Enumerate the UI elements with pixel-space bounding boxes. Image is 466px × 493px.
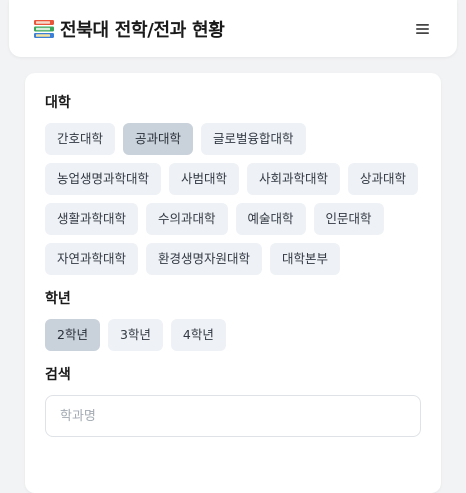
college-chip[interactable]: 생활과학대학 [45, 203, 139, 235]
college-section-label: 대학 [45, 95, 71, 111]
grade-chip[interactable]: 2학년 [45, 319, 100, 351]
college-chip[interactable]: 상과대학 [348, 163, 419, 195]
college-chip[interactable]: 글로벌융합대학 [201, 123, 306, 155]
books-icon [32, 17, 56, 41]
college-chip[interactable]: 자연과학대학 [45, 243, 139, 275]
college-chip-group: 간호대학 공과대학 글로벌융합대학농업생명과학대학 사범대학 사회과학대학 상과대학생활과… [45, 123, 421, 275]
college-chip[interactable]: 수의과대학 [146, 203, 228, 235]
search-field [45, 395, 421, 437]
filter-panel: 대학 간호대학 공과대학 글로벌융합대학농업생명과학대학 사범대학 사회과학대학 상과대학… [25, 73, 441, 493]
grade-chip-group: 2학년 3학년 4학년 [45, 319, 421, 351]
college-chip[interactable]: 인문대학 [313, 203, 384, 235]
college-chip[interactable]: 간호대학 [45, 123, 116, 155]
hamburger-menu-icon[interactable] [411, 17, 435, 41]
college-chip[interactable]: 예술대학 [235, 203, 306, 235]
college-chip[interactable]: 사범대학 [169, 163, 240, 195]
college-chip[interactable]: 대학본부 [270, 243, 341, 275]
college-chip[interactable]: 공과대학 [123, 123, 194, 155]
college-chip[interactable]: 사회과학대학 [247, 163, 341, 195]
grade-chip[interactable]: 4학년 [170, 319, 226, 351]
grade-chip[interactable]: 3학년 [107, 319, 163, 351]
college-chip[interactable]: 농업생명과학대학 [45, 163, 162, 195]
college-chip[interactable]: 환경생명자원대학 [146, 243, 263, 275]
search-section-label: 검색 [45, 367, 71, 383]
grade-section-label: 학년 [45, 291, 71, 307]
search-input[interactable] [46, 396, 420, 436]
app-header: 전북대 전학/전과 현황 [9, 0, 457, 57]
app-title: 전북대 전학/전과 현황 [60, 19, 225, 41]
